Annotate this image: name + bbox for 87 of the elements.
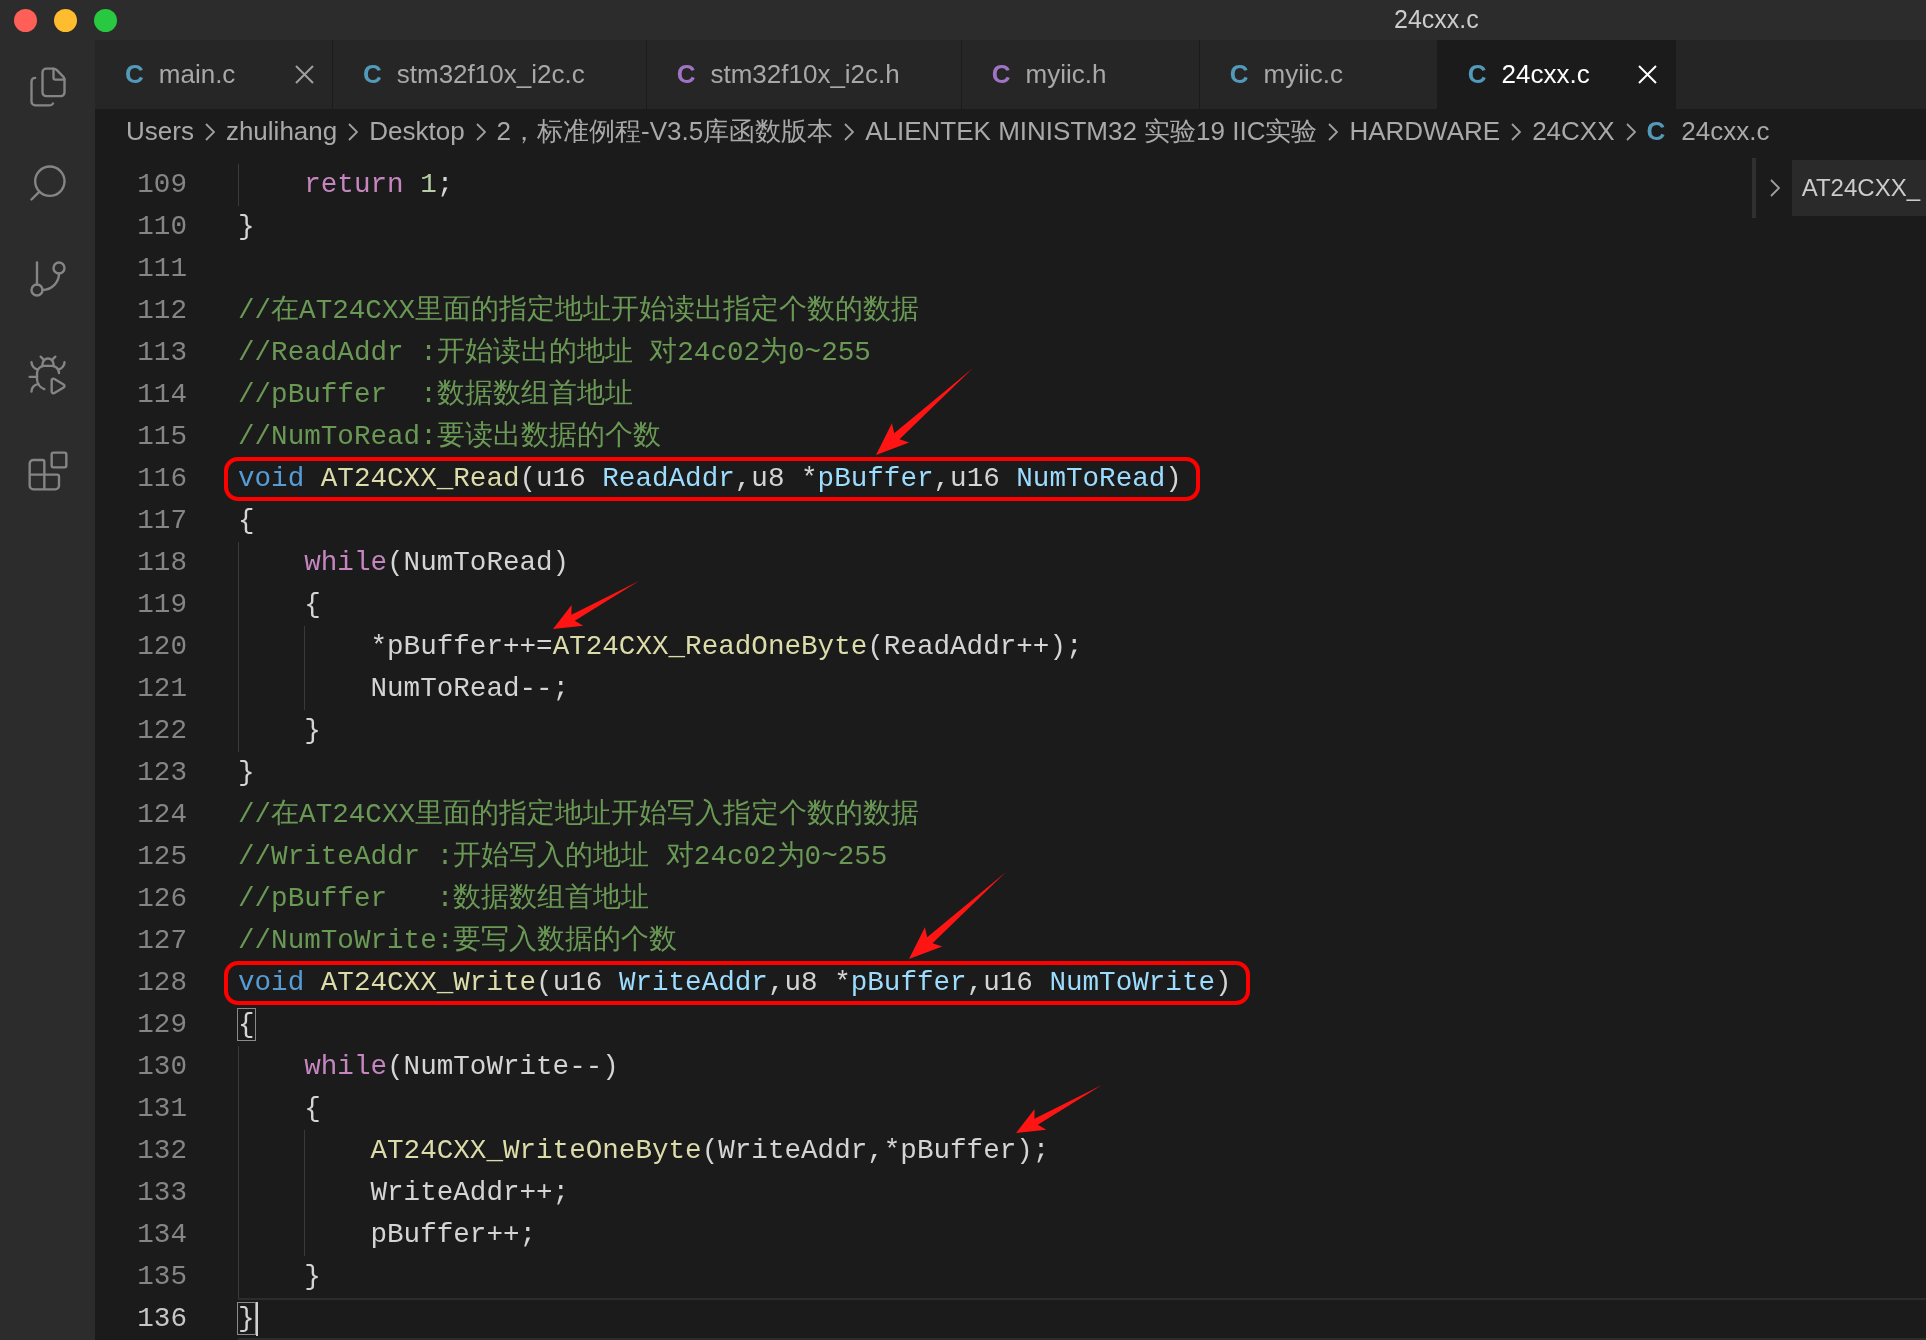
code-line: } <box>238 1302 255 1336</box>
code-line: } <box>304 714 321 748</box>
zoom-button[interactable] <box>94 8 117 32</box>
line-number: 117 <box>136 504 188 538</box>
code-line: //ReadAddr :开始读出的地址 对24c02为0~255 <box>238 336 871 370</box>
line-number: 116 <box>136 462 188 496</box>
window-title: 24cxx.c <box>1394 4 1479 36</box>
breadcrumb-item[interactable]: 2，标准例程-V3.5库函数版本 <box>496 112 834 151</box>
file-icon: C <box>676 55 696 94</box>
code-line: while(NumToRead) <box>304 546 570 580</box>
chevron-right-icon <box>844 122 855 141</box>
line-number: 109 <box>136 168 188 202</box>
close-icon[interactable] <box>295 65 314 84</box>
breadcrumb-item[interactable]: zhulihang <box>225 112 338 151</box>
line-number: 127 <box>136 924 188 958</box>
code-line: } <box>238 756 255 790</box>
code-line: { <box>304 1092 321 1126</box>
code-line: while(NumToWrite--) <box>304 1050 619 1084</box>
code-line: *pBuffer++=AT24CXX_ReadOneByte(ReadAddr++); <box>370 630 1083 664</box>
line-number: 129 <box>136 1008 188 1042</box>
symbol-item[interactable]: AT24CXX_ <box>1791 160 1926 216</box>
code-line: WriteAddr++; <box>370 1176 570 1210</box>
line-number: 110 <box>136 210 188 244</box>
code-line: { <box>238 1008 255 1042</box>
code-line: void AT24CXX_Write(u16 WriteAddr,u8 *pBuffer,u16 NumToWrite) <box>238 966 1232 1000</box>
breadcrumb-item[interactable]: Desktop <box>369 112 465 151</box>
file-icon: C <box>1646 112 1666 151</box>
editor-tab[interactable]: C 24cxx.c <box>1437 40 1676 109</box>
code-line: //NumToWrite:要写入数据的个数 <box>238 924 678 958</box>
breadcrumb-item[interactable]: HARDWARE <box>1349 112 1501 151</box>
close-button[interactable] <box>14 8 37 32</box>
code-line: //pBuffer :数据数组首地址 <box>238 378 633 412</box>
line-number: 136 <box>136 1302 188 1336</box>
code-line: return 1; <box>304 168 454 202</box>
code-line: } <box>238 210 255 244</box>
code-line: { <box>304 588 321 622</box>
line-number: 120 <box>136 630 188 664</box>
code-line: //NumToRead:要读出数据的个数 <box>238 420 661 454</box>
code-line: //pBuffer :数据数组首地址 <box>238 882 650 916</box>
line-number: 133 <box>136 1176 188 1210</box>
code-line: //在AT24CXX里面的指定地址开始读出指定个数的数据 <box>238 293 920 328</box>
file-icon: C <box>363 55 382 94</box>
chevron-right-icon <box>1625 122 1636 141</box>
line-number: 130 <box>136 1050 188 1084</box>
line-number: 113 <box>136 336 188 370</box>
file-icon: C <box>991 55 1011 94</box>
breadcrumb-item[interactable]: C 24cxx.c <box>1646 112 1770 151</box>
line-number: 121 <box>136 672 188 706</box>
minimize-button[interactable] <box>54 8 77 32</box>
line-number: 115 <box>136 420 188 454</box>
chevron-right-icon <box>1769 179 1780 197</box>
line-number: 125 <box>136 840 188 874</box>
code-line: } <box>304 1260 321 1294</box>
file-icon: C <box>125 55 144 94</box>
chevron-right-icon <box>348 122 359 141</box>
line-number: 134 <box>136 1218 188 1252</box>
line-number: 122 <box>136 714 188 748</box>
code-line: pBuffer++; <box>370 1218 537 1252</box>
line-number: 126 <box>136 882 188 916</box>
code-line: //WriteAddr :开始写入的地址 对24c02为0~255 <box>238 840 888 874</box>
code-line: AT24CXX_WriteOneByte(WriteAddr,*pBuffer); <box>370 1134 1050 1168</box>
breadcrumb-item[interactable]: 24CXX <box>1532 112 1615 151</box>
chevron-right-icon <box>475 122 486 141</box>
line-number: 111 <box>136 252 188 286</box>
line-number: 124 <box>136 798 188 832</box>
line-number: 112 <box>136 294 188 328</box>
line-number: 114 <box>136 378 188 412</box>
line-number: 119 <box>136 588 188 622</box>
chevron-right-icon <box>1511 122 1522 141</box>
code-line: void AT24CXX_Read(u16 ReadAddr,u8 *pBuffer,u16 NumToRead) <box>238 462 1182 496</box>
file-icon: C <box>1467 55 1487 94</box>
line-number: 123 <box>136 756 188 790</box>
breadcrumb-item[interactable]: Users <box>126 112 194 151</box>
line-number: 131 <box>136 1092 188 1126</box>
chevron-right-icon <box>204 122 215 141</box>
code-line: NumToRead--; <box>370 672 570 706</box>
line-number: 118 <box>136 546 188 580</box>
file-icon: C <box>1229 55 1249 94</box>
breadcrumb-item[interactable]: ALIENTEK MINISTM32 实验19 IIC实验 <box>865 112 1318 151</box>
code-line: { <box>238 504 255 538</box>
line-number: 132 <box>136 1134 188 1168</box>
chevron-right-icon <box>1328 122 1339 141</box>
text-cursor <box>255 1302 258 1336</box>
extensions-icon[interactable] <box>25 449 70 493</box>
line-number: 135 <box>136 1260 188 1294</box>
line-number: 128 <box>136 966 188 1000</box>
code-line: //在AT24CXX里面的指定地址开始写入指定个数的数据 <box>238 797 920 832</box>
